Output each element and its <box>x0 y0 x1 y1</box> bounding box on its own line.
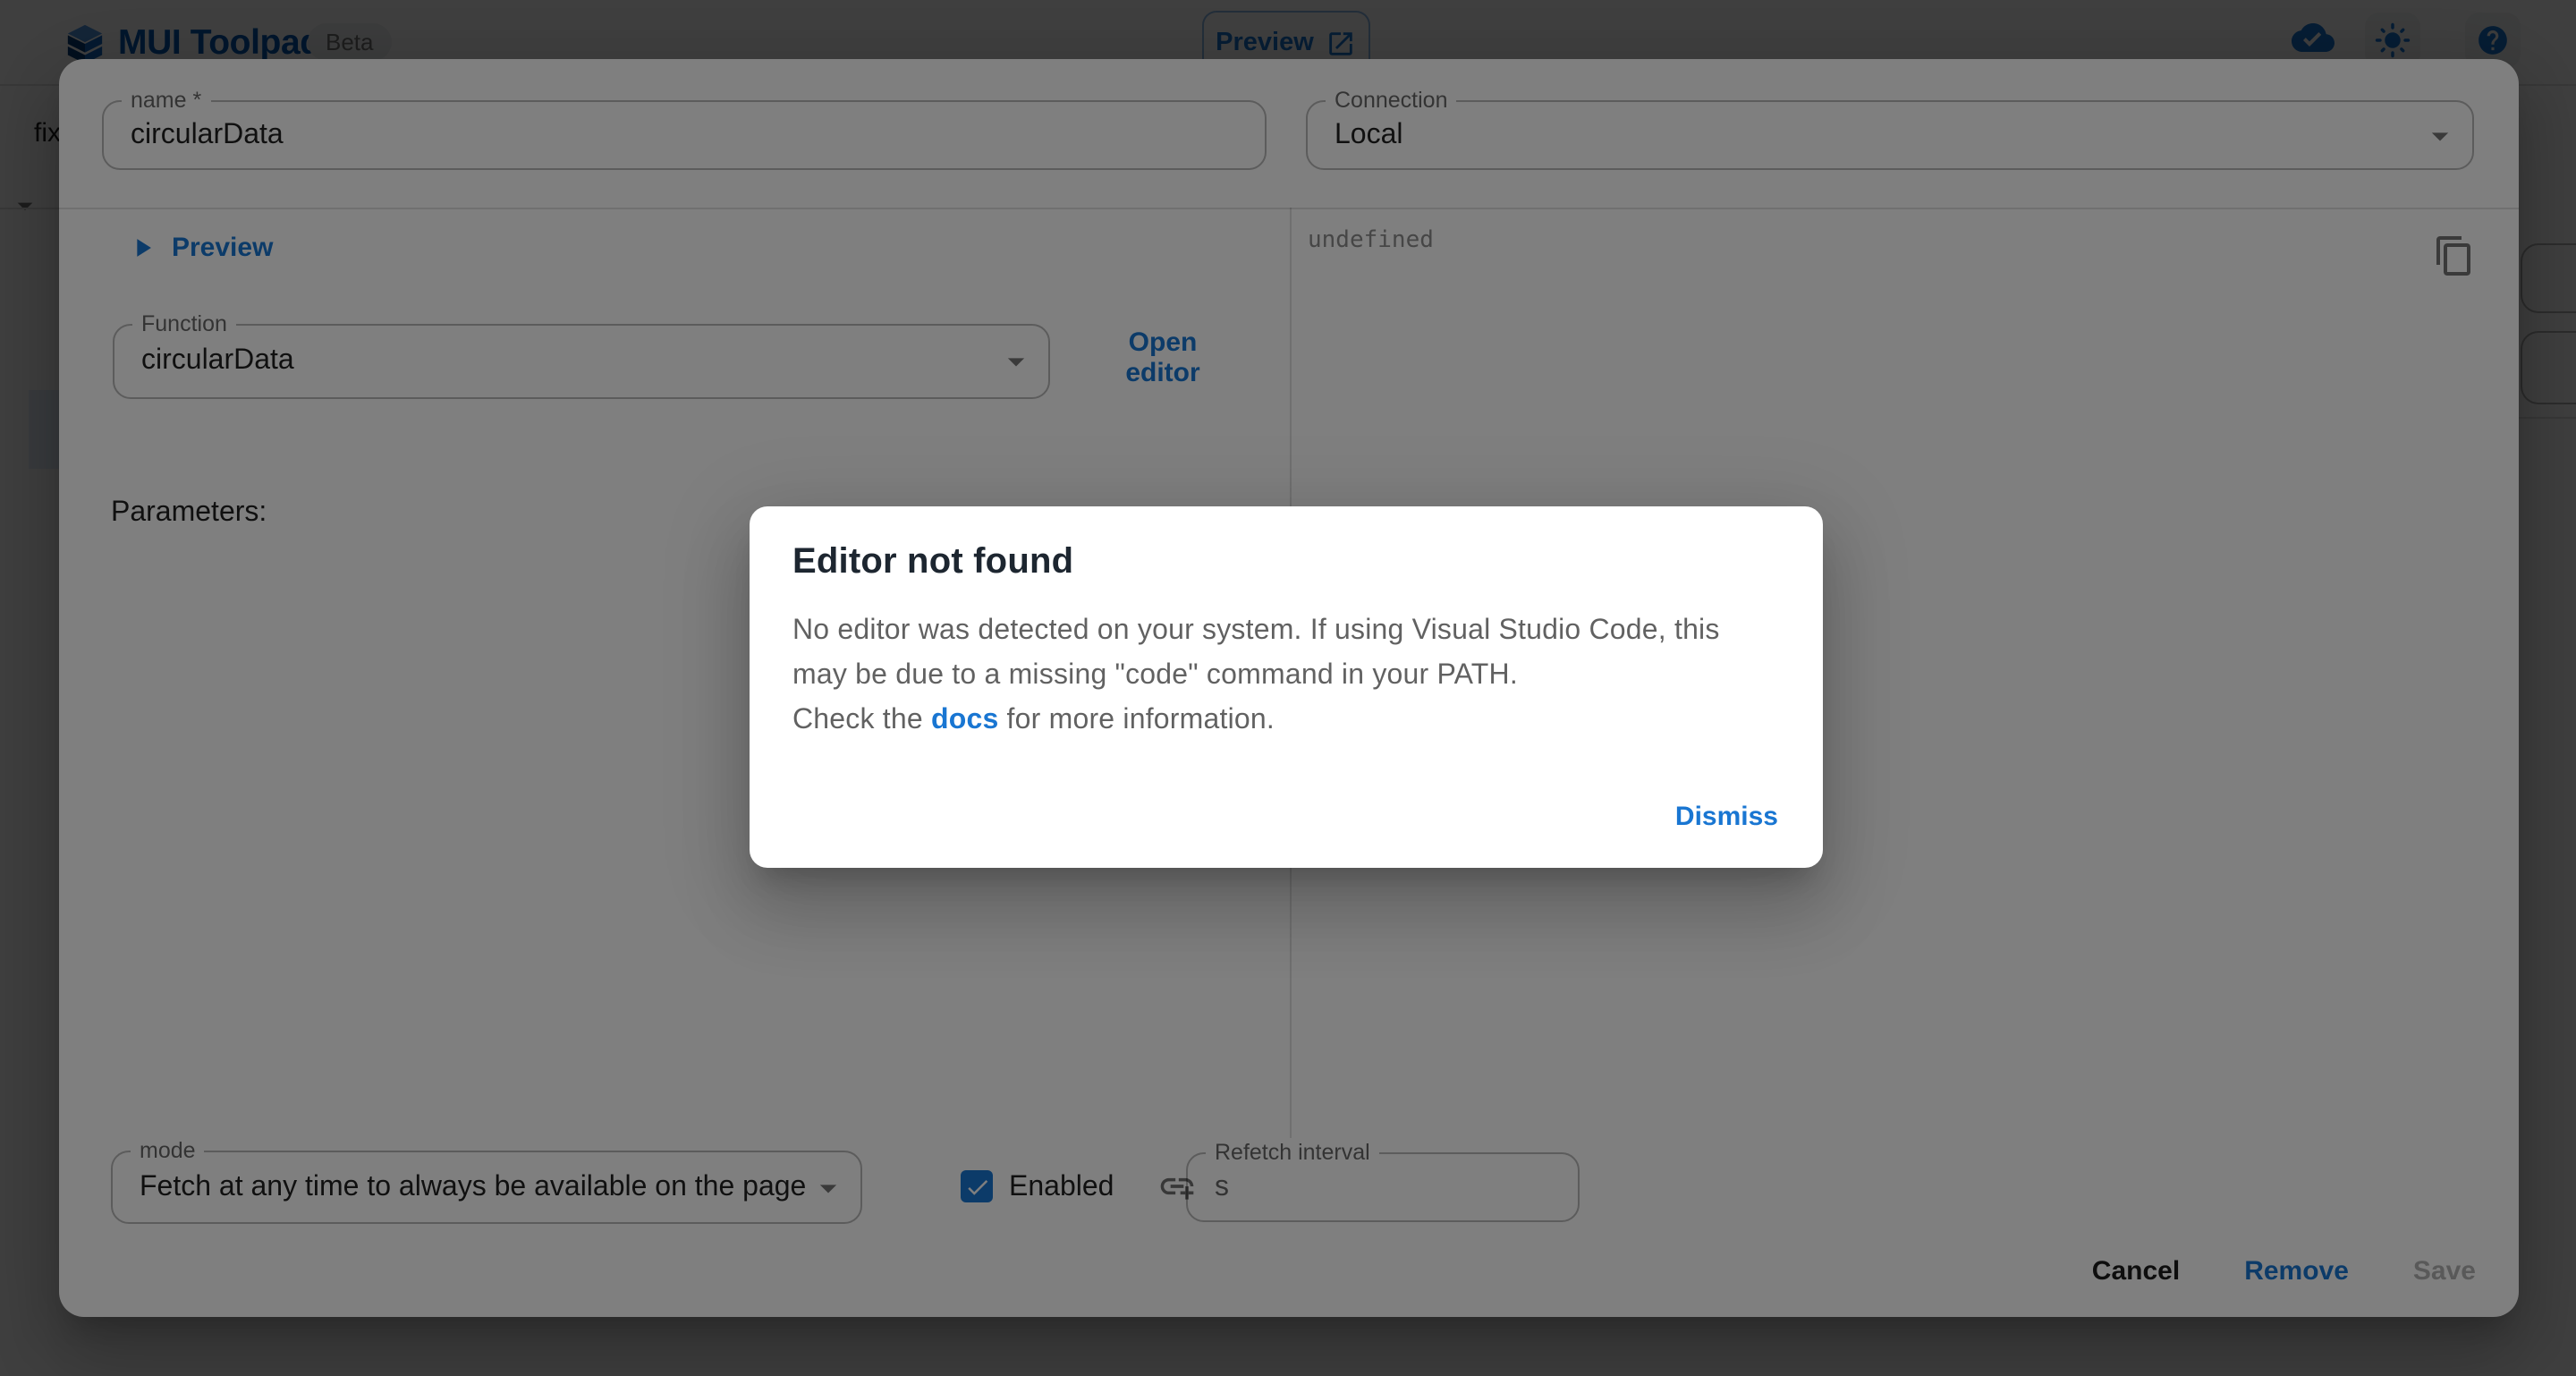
dialog-title: Editor not found <box>792 542 1073 583</box>
editor-not-found-dialog: Editor not found No editor was detected … <box>750 506 1823 868</box>
dialog-body-text: No editor was detected on your system. I… <box>792 608 1748 698</box>
docs-link[interactable]: docs <box>931 705 999 735</box>
screen: MUI Toolpad Beta Preview fix name * circ… <box>0 0 2576 1376</box>
dismiss-button[interactable]: Dismiss <box>1665 794 1789 839</box>
dialog-note: Check the docs for more information. <box>792 698 1748 743</box>
dialog-body: No editor was detected on your system. I… <box>792 608 1748 743</box>
